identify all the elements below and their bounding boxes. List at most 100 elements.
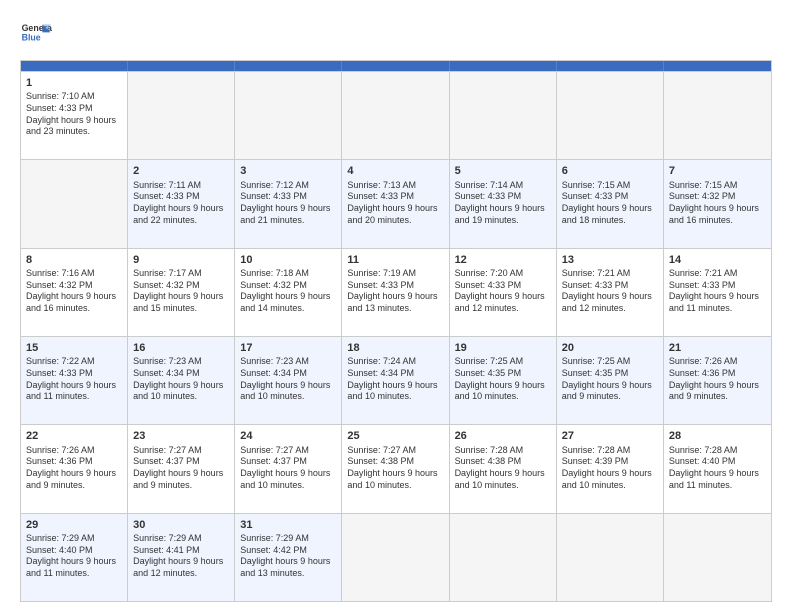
calendar-cell: 19Sunrise: 7:25 AMSunset: 4:35 PMDayligh… <box>450 337 557 424</box>
sunrise: Sunrise: 7:23 AM <box>240 356 309 366</box>
day-number: 30 <box>133 518 229 532</box>
daylight: Daylight hours 9 hours and 13 minutes. <box>240 556 330 578</box>
sunset: Sunset: 4:33 PM <box>240 191 307 201</box>
daylight: Daylight hours 9 hours and 10 minutes. <box>133 380 223 402</box>
calendar-cell: 14Sunrise: 7:21 AMSunset: 4:33 PMDayligh… <box>664 249 771 336</box>
sunset: Sunset: 4:32 PM <box>26 280 93 290</box>
calendar-cell: 10Sunrise: 7:18 AMSunset: 4:32 PMDayligh… <box>235 249 342 336</box>
col-friday <box>557 61 664 71</box>
calendar-cell <box>342 514 449 601</box>
calendar-cell <box>664 72 771 159</box>
sunset: Sunset: 4:37 PM <box>240 456 307 466</box>
calendar-row: 22Sunrise: 7:26 AMSunset: 4:36 PMDayligh… <box>21 424 771 512</box>
daylight: Daylight hours 9 hours and 23 minutes. <box>26 115 116 137</box>
calendar-cell <box>450 72 557 159</box>
sunset: Sunset: 4:33 PM <box>347 191 414 201</box>
sunset: Sunset: 4:32 PM <box>669 191 736 201</box>
daylight: Daylight hours 9 hours and 14 minutes. <box>240 291 330 313</box>
daylight: Daylight hours 9 hours and 12 minutes. <box>133 556 223 578</box>
sunrise: Sunrise: 7:29 AM <box>133 533 202 543</box>
calendar-cell: 29Sunrise: 7:29 AMSunset: 4:40 PMDayligh… <box>21 514 128 601</box>
daylight: Daylight hours 9 hours and 10 minutes. <box>240 380 330 402</box>
logo-icon: General Blue <box>20 18 52 50</box>
calendar-cell: 4Sunrise: 7:13 AMSunset: 4:33 PMDaylight… <box>342 160 449 247</box>
day-number: 31 <box>240 518 336 532</box>
calendar-cell: 6Sunrise: 7:15 AMSunset: 4:33 PMDaylight… <box>557 160 664 247</box>
calendar-cell: 1Sunrise: 7:10 AMSunset: 4:33 PMDaylight… <box>21 72 128 159</box>
sunset: Sunset: 4:32 PM <box>133 280 200 290</box>
sunset: Sunset: 4:33 PM <box>26 368 93 378</box>
calendar-cell: 11Sunrise: 7:19 AMSunset: 4:33 PMDayligh… <box>342 249 449 336</box>
daylight: Daylight hours 9 hours and 9 minutes. <box>26 468 116 490</box>
sunrise: Sunrise: 7:26 AM <box>26 445 95 455</box>
daylight: Daylight hours 9 hours and 11 minutes. <box>669 291 759 313</box>
calendar-cell: 17Sunrise: 7:23 AMSunset: 4:34 PMDayligh… <box>235 337 342 424</box>
day-number: 9 <box>133 253 229 267</box>
sunset: Sunset: 4:34 PM <box>347 368 414 378</box>
calendar-cell: 8Sunrise: 7:16 AMSunset: 4:32 PMDaylight… <box>21 249 128 336</box>
sunrise: Sunrise: 7:21 AM <box>562 268 631 278</box>
calendar-cell: 5Sunrise: 7:14 AMSunset: 4:33 PMDaylight… <box>450 160 557 247</box>
calendar: 1Sunrise: 7:10 AM Sunset: 4:33 PM Daylight… <box>20 60 772 602</box>
header: General Blue <box>20 18 772 50</box>
day-number: 1 <box>26 76 122 90</box>
page: General Blue 1Sunrise: 7:10 AM Sunset: 4:… <box>0 0 792 612</box>
daylight: Daylight hours 9 hours and 9 minutes. <box>562 380 652 402</box>
calendar-body: 1Sunrise: 7:10 AM Sunset: 4:33 PM Daylight… <box>21 71 771 601</box>
calendar-cell <box>450 514 557 601</box>
sunrise: Sunrise: 7:10 AM <box>26 91 95 101</box>
daylight: Daylight hours 9 hours and 22 minutes. <box>133 203 223 225</box>
sunrise: Sunrise: 7:27 AM <box>133 445 202 455</box>
day-number: 26 <box>455 429 551 443</box>
day-number: 14 <box>669 253 766 267</box>
calendar-cell: 22Sunrise: 7:26 AMSunset: 4:36 PMDayligh… <box>21 425 128 512</box>
daylight: Daylight hours 9 hours and 11 minutes. <box>26 556 116 578</box>
sunset: Sunset: 4:40 PM <box>669 456 736 466</box>
sunrise: Sunrise: 7:29 AM <box>26 533 95 543</box>
sunset: Sunset: 4:41 PM <box>133 545 200 555</box>
calendar-header <box>21 61 771 71</box>
calendar-cell: 12Sunrise: 7:20 AMSunset: 4:33 PMDayligh… <box>450 249 557 336</box>
sunset: Sunset: 4:40 PM <box>26 545 93 555</box>
sunset: Sunset: 4:35 PM <box>455 368 522 378</box>
sunrise: Sunrise: 7:14 AM <box>455 180 524 190</box>
daylight: Daylight hours 9 hours and 16 minutes. <box>669 203 759 225</box>
calendar-cell: 25Sunrise: 7:27 AMSunset: 4:38 PMDayligh… <box>342 425 449 512</box>
sunrise: Sunrise: 7:19 AM <box>347 268 416 278</box>
sunrise: Sunrise: 7:25 AM <box>455 356 524 366</box>
sunset: Sunset: 4:34 PM <box>240 368 307 378</box>
sunset: Sunset: 4:34 PM <box>133 368 200 378</box>
calendar-cell: 20Sunrise: 7:25 AMSunset: 4:35 PMDayligh… <box>557 337 664 424</box>
calendar-cell: 31Sunrise: 7:29 AMSunset: 4:42 PMDayligh… <box>235 514 342 601</box>
sunrise: Sunrise: 7:29 AM <box>240 533 309 543</box>
sunrise: Sunrise: 7:27 AM <box>347 445 416 455</box>
day-number: 21 <box>669 341 766 355</box>
day-number: 15 <box>26 341 122 355</box>
daylight: Daylight hours 9 hours and 21 minutes. <box>240 203 330 225</box>
sunrise: Sunrise: 7:18 AM <box>240 268 309 278</box>
calendar-cell: 23Sunrise: 7:27 AMSunset: 4:37 PMDayligh… <box>128 425 235 512</box>
sunset: Sunset: 4:38 PM <box>455 456 522 466</box>
calendar-row: 15Sunrise: 7:22 AM Sunset: 4:33 PM Dayligh… <box>21 336 771 424</box>
day-number: 8 <box>26 253 122 267</box>
daylight: Daylight hours 9 hours and 9 minutes. <box>669 380 759 402</box>
calendar-row: 2Sunrise: 7:11 AMSunset: 4:33 PMDaylight… <box>21 159 771 247</box>
calendar-row: 8Sunrise: 7:16 AMSunset: 4:32 PMDaylight… <box>21 248 771 336</box>
day-number: 20 <box>562 341 658 355</box>
col-monday <box>128 61 235 71</box>
calendar-cell: 30Sunrise: 7:29 AM Sunset: 4:41 PMDayligh… <box>128 514 235 601</box>
day-number: 13 <box>562 253 658 267</box>
calendar-cell <box>21 160 128 247</box>
day-number: 22 <box>26 429 122 443</box>
day-number: 28 <box>669 429 766 443</box>
daylight: Daylight hours 9 hours and 11 minutes. <box>26 380 116 402</box>
calendar-cell: 28Sunrise: 7:28 AMSunset: 4:40 PMDayligh… <box>664 425 771 512</box>
sunset: Sunset: 4:38 PM <box>347 456 414 466</box>
sunrise: Sunrise: 7:22 AM <box>26 356 95 366</box>
sunset: Sunset: 4:33 PM <box>347 280 414 290</box>
calendar-cell <box>128 72 235 159</box>
sunset: Sunset: 4:33 PM <box>133 191 200 201</box>
calendar-cell: 2Sunrise: 7:11 AMSunset: 4:33 PMDaylight… <box>128 160 235 247</box>
daylight: Daylight hours 9 hours and 10 minutes. <box>347 468 437 490</box>
daylight: Daylight hours 9 hours and 10 minutes. <box>240 468 330 490</box>
